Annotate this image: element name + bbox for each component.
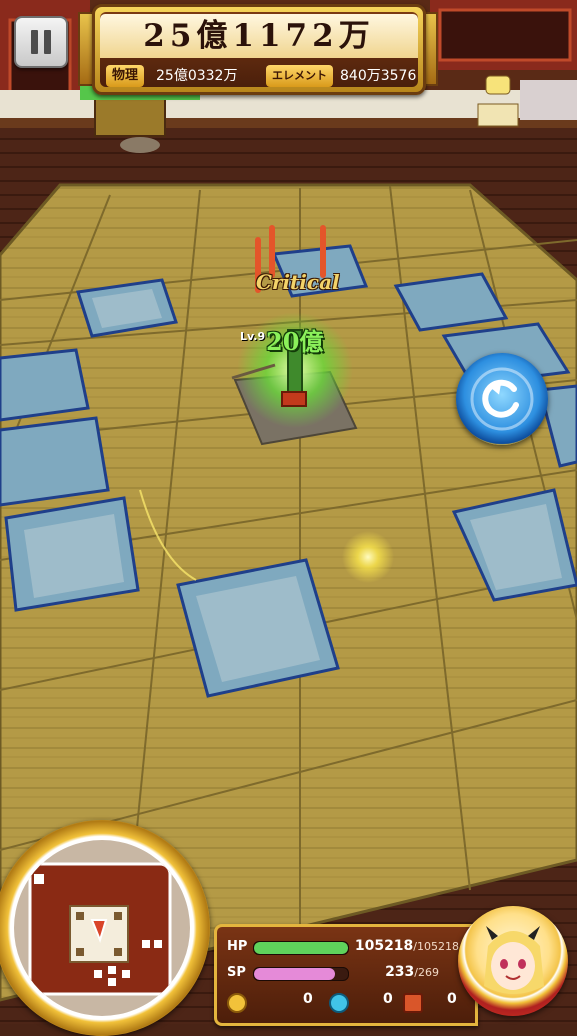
hp-value: 105218/105218 bbox=[354, 938, 459, 954]
chest-icon bbox=[403, 993, 423, 1013]
coin-icon bbox=[227, 993, 247, 1013]
hp-label: HP bbox=[227, 939, 248, 954]
hp-bar-fill bbox=[254, 942, 348, 954]
sp-value: 233/269 bbox=[385, 964, 439, 980]
game-screen: Critical Lv.9 20億 25億1172万 物理 25億0332万 エ… bbox=[0, 0, 577, 1036]
character-avatar[interactable] bbox=[458, 906, 568, 1016]
element-label: エレメント bbox=[266, 65, 333, 87]
critical-text: Critical bbox=[256, 270, 340, 294]
drop-count: 0 bbox=[383, 991, 393, 1007]
sp-bar-fill bbox=[254, 968, 336, 980]
status-panel: HP 105218/105218 SP 233/269 0 0 0 bbox=[214, 924, 478, 1026]
chest-count: 0 bbox=[447, 991, 457, 1007]
character-portrait bbox=[484, 926, 544, 994]
enemy-level: Lv.9 bbox=[240, 330, 266, 343]
coin-count: 0 bbox=[303, 991, 313, 1007]
rotate-ccw-icon bbox=[470, 367, 534, 431]
pause-button[interactable] bbox=[14, 16, 68, 68]
element-damage: 840万3576 bbox=[340, 68, 417, 84]
damage-panel: 25億1172万 物理 25億0332万 エレメント 840万3576 bbox=[92, 4, 426, 95]
total-damage: 25億1172万 bbox=[100, 14, 418, 58]
physical-label: 物理 bbox=[106, 65, 145, 87]
retry-button[interactable] bbox=[456, 353, 548, 445]
minimap[interactable] bbox=[0, 820, 210, 1036]
physical-damage: 25億0332万 bbox=[156, 68, 238, 84]
hit-damage: 20億 bbox=[266, 327, 324, 356]
drop-icon bbox=[329, 993, 349, 1013]
minimap-view bbox=[14, 840, 190, 1016]
hp-bar bbox=[253, 941, 349, 955]
sp-bar bbox=[253, 967, 349, 981]
sp-label: SP bbox=[227, 965, 246, 980]
